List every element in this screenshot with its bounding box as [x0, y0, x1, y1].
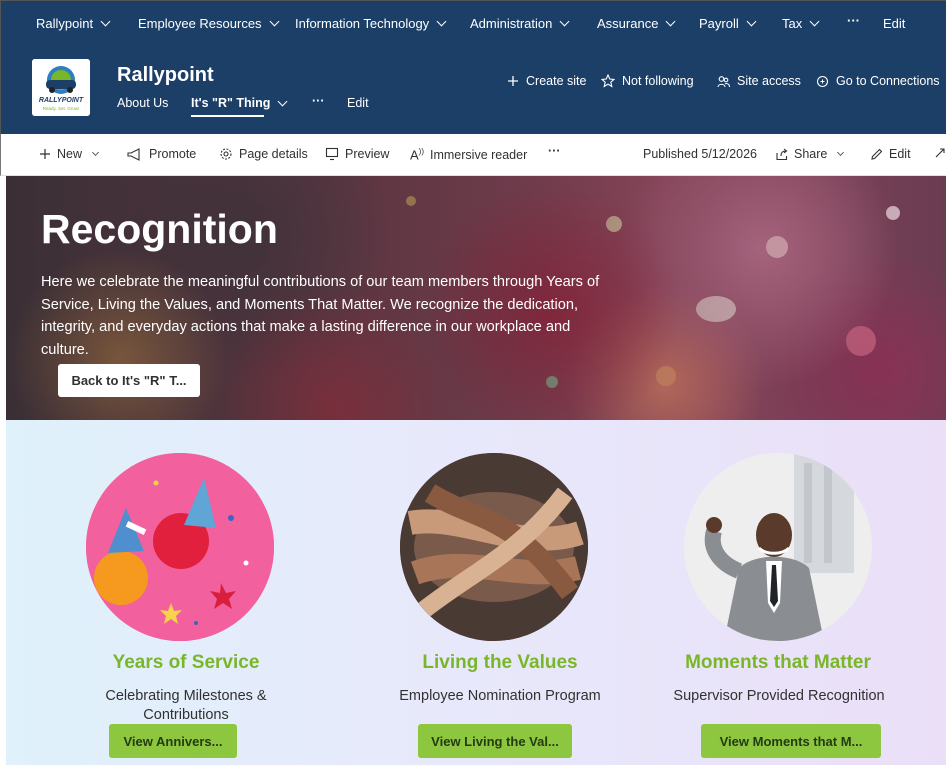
promote-button[interactable]: Promote [127, 147, 196, 161]
topnav-more-button[interactable]: ··· [847, 13, 860, 28]
celebrating-man-icon [684, 453, 872, 641]
topnav-item-tax[interactable]: Tax [782, 16, 820, 31]
card-title: Years of Service [112, 652, 260, 673]
plus-icon [508, 76, 518, 86]
site-logo[interactable]: RALLYPOINT Ready. Set. Grow! [32, 59, 90, 116]
share-button[interactable]: Share [775, 147, 845, 161]
card-years-of-service: Years of Service Celebrating Milestones … [36, 420, 336, 765]
megaphone-icon [127, 147, 140, 161]
back-to-its-r-thing-button[interactable]: Back to It's "R" T... [58, 364, 200, 397]
chevron-down-icon [665, 16, 676, 27]
sitenav-item-about-us[interactable]: About Us [117, 96, 168, 110]
years-of-service-image[interactable] [86, 453, 274, 641]
sitenav-edit-link[interactable]: Edit [347, 96, 369, 110]
page-details-button[interactable]: Page details [219, 147, 308, 161]
command-bar: New Promote Page details Preview A)) Imm… [0, 134, 946, 176]
published-status: Published 5/12/2026 [643, 147, 757, 161]
hero-banner: Recognition Here we celebrate the meanin… [6, 176, 946, 420]
page-title: Recognition [41, 206, 278, 252]
card-living-the-values: Living the Values Employee Nomination Pr… [344, 420, 644, 765]
view-anniversaries-button[interactable]: View Annivers... [109, 724, 237, 758]
immersive-reader-button[interactable]: A)) Immersive reader [410, 147, 527, 162]
chevron-down-icon [269, 16, 280, 27]
follow-button[interactable]: Not following [601, 74, 694, 88]
site-title[interactable]: Rallypoint [117, 64, 214, 87]
party-balloons-icon [86, 453, 274, 641]
chevron-down-icon [837, 148, 845, 157]
card-description: Celebrating Milestones & Contributions [105, 688, 267, 723]
card-description: Employee Nomination Program [399, 688, 601, 704]
hero-description: Here we celebrate the meaningful contrib… [41, 274, 600, 358]
edit-page-button[interactable]: Edit [870, 147, 911, 161]
active-nav-underline [191, 115, 264, 117]
chevron-down-icon [277, 96, 288, 106]
share-icon [776, 148, 788, 160]
chevron-down-icon [436, 16, 447, 27]
connections-icon [816, 75, 829, 87]
sitenav-more-button[interactable]: ··· [312, 94, 325, 108]
pencil-icon [871, 148, 883, 160]
card-description: Supervisor Provided Recognition [673, 688, 885, 704]
chevron-down-icon [746, 16, 757, 27]
topnav-item-information-technology[interactable]: Information Technology [295, 16, 447, 31]
view-living-the-values-button[interactable]: View Living the Val... [418, 724, 572, 758]
go-to-connections-button[interactable]: Go to Connections [816, 74, 940, 88]
star-icon [601, 74, 615, 88]
create-site-button[interactable]: Create site [507, 74, 586, 88]
card-title: Living the Values [422, 652, 578, 673]
command-more-button[interactable]: ··· [548, 144, 561, 158]
topnav-item-assurance[interactable]: Assurance [597, 16, 676, 31]
site-access-button[interactable]: Site access [717, 74, 801, 88]
chevron-down-icon [100, 16, 111, 27]
card-title: Moments that Matter [685, 652, 871, 673]
chevron-down-icon [559, 16, 570, 27]
logo-wordmark: RALLYPOINT [38, 97, 84, 104]
new-button[interactable]: New [39, 147, 100, 161]
plus-icon [40, 149, 50, 159]
joined-hands-icon [400, 453, 588, 641]
global-top-nav: Rallypoint Employee Resources Informatio… [0, 0, 946, 46]
living-the-values-image[interactable] [400, 453, 588, 641]
logo-tagline: Ready. Set. Grow! [42, 106, 80, 111]
preview-icon [325, 147, 339, 161]
topnav-item-rallypoint[interactable]: Rallypoint [36, 16, 111, 31]
sitenav-item-its-r-thing[interactable]: It's "R" Thing [191, 96, 288, 110]
people-icon [717, 75, 730, 87]
moments-that-matter-image[interactable] [684, 453, 872, 641]
topnav-item-employee-resources[interactable]: Employee Resources [138, 16, 280, 31]
preview-button[interactable]: Preview [325, 147, 389, 161]
topnav-item-payroll[interactable]: Payroll [699, 16, 757, 31]
chevron-down-icon [91, 148, 100, 157]
card-moments-that-matter: Moments that Matter Supervisor Provided … [641, 420, 941, 765]
gear-icon [220, 148, 232, 160]
recognition-cards-section: Years of Service Celebrating Milestones … [6, 420, 946, 765]
topnav-edit-link[interactable]: Edit [883, 16, 905, 31]
topnav-item-administration[interactable]: Administration [470, 16, 570, 31]
view-moments-that-matter-button[interactable]: View Moments that M... [701, 724, 881, 758]
site-header: RALLYPOINT Ready. Set. Grow! Rallypoint … [0, 46, 946, 134]
expand-icon[interactable] [934, 147, 946, 159]
chevron-down-icon [809, 16, 820, 27]
immersive-reader-icon: A)) [410, 147, 424, 163]
